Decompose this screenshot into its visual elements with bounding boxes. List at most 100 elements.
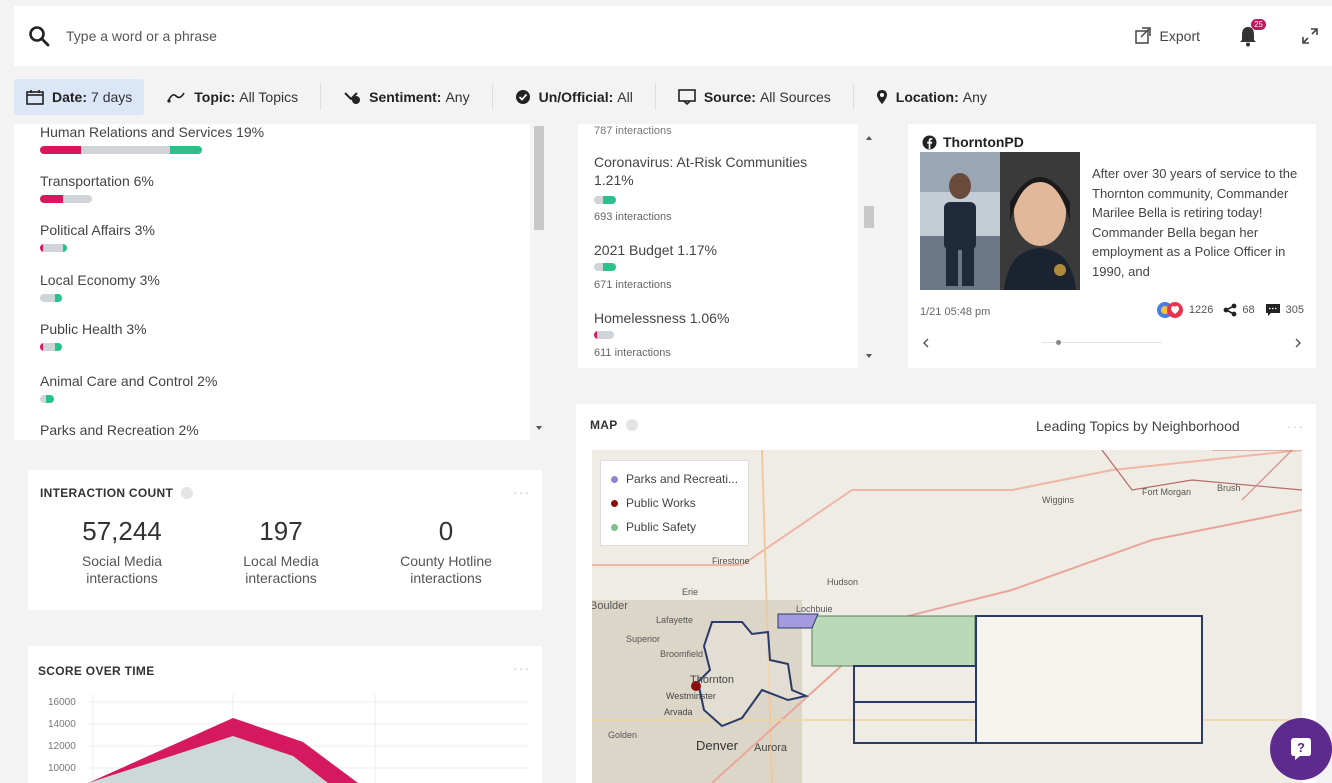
card-title: MAP xyxy=(590,418,638,432)
filter-divider xyxy=(852,84,854,110)
filter-official-value: All xyxy=(617,89,633,105)
filter-source-value: All Sources xyxy=(759,89,831,105)
scroll-down-arrow-icon[interactable] xyxy=(534,424,544,432)
comment-count: 305 xyxy=(1285,304,1304,316)
interactions-count: 611 interactions xyxy=(594,347,671,359)
map-place-label: Lafayette xyxy=(656,615,694,625)
sentiment-bar xyxy=(40,195,92,203)
filter-official[interactable]: Un/Official: All xyxy=(503,79,645,115)
list-item-title[interactable]: Homelessness 1.06% xyxy=(594,309,729,327)
y-tick-label: 10000 xyxy=(48,763,76,774)
expand-icon[interactable] xyxy=(1300,26,1320,46)
topic-label[interactable]: Public Health 3% xyxy=(40,321,147,337)
search-icon[interactable] xyxy=(28,25,50,47)
post-time: 1/21 05:48 pm xyxy=(920,306,991,318)
more-options-icon[interactable]: ··· xyxy=(513,484,530,500)
carousel-prev-icon[interactable] xyxy=(922,338,930,348)
post-author-name: ThorntonPD xyxy=(943,134,1024,150)
notifications-button[interactable]: 25 xyxy=(1238,19,1266,47)
map-place-label: Aurora xyxy=(754,742,788,754)
filter-location[interactable]: Location: Any xyxy=(864,79,999,115)
sentiment-bar xyxy=(40,294,62,302)
score-chart xyxy=(88,694,528,783)
verified-icon xyxy=(515,90,530,104)
scrollbar-thumb[interactable] xyxy=(864,206,874,228)
map-place-label: Wiggins xyxy=(1042,495,1075,505)
topic-label[interactable]: Transportation 6% xyxy=(40,173,154,189)
filter-topic[interactable]: Topic: All Topics xyxy=(154,79,310,115)
carousel-next-icon[interactable] xyxy=(1294,338,1302,348)
list-item-title-line: Coronavirus: At-Risk Communities xyxy=(594,154,808,170)
score-over-time-card: SCORE OVER TIME ··· 16000 14000 12000 10… xyxy=(28,646,542,783)
filter-official-key: Un/Official: xyxy=(538,89,614,105)
more-options-icon[interactable]: ··· xyxy=(513,660,530,676)
sentiment-bar xyxy=(40,146,202,154)
metric-label: Social Media interactions xyxy=(42,553,202,587)
post-image[interactable] xyxy=(920,152,1080,290)
sentiment-bar xyxy=(594,196,616,204)
filter-topic-key: Topic: xyxy=(194,89,236,105)
legend-swatch xyxy=(611,475,618,483)
map-view[interactable]: Wiggins Fort Morgan Brush Firestone Huds… xyxy=(592,450,1302,783)
topics-card: Human Relations and Services 19% Transpo… xyxy=(14,124,548,440)
search-input[interactable]: Type a word or a phrase xyxy=(66,28,217,44)
topic-label[interactable]: Local Economy 3% xyxy=(40,272,160,288)
help-button[interactable]: ? xyxy=(1270,718,1332,780)
legend-item[interactable]: Public Works xyxy=(611,491,738,515)
scrollbar[interactable] xyxy=(530,124,548,440)
scroll-down-arrow-icon[interactable] xyxy=(864,352,874,360)
metric-label-line: interactions xyxy=(245,570,317,586)
topic-label[interactable]: Parks and Recreation 2% xyxy=(40,422,199,438)
post-text: After over 30 years of service to the Th… xyxy=(1092,166,1298,279)
legend-swatch xyxy=(611,523,618,531)
legend-label: Public Safety xyxy=(626,520,697,534)
filter-sentiment-key: Sentiment: xyxy=(369,89,442,105)
filter-topic-value: All Topics xyxy=(239,89,299,105)
metric-label-line: Social Media xyxy=(81,553,163,569)
help-icon: ? xyxy=(1291,738,1311,760)
topic-label[interactable]: Human Relations and Services 19% xyxy=(40,124,264,140)
svg-text:?: ? xyxy=(1297,740,1305,755)
scrollbar-thumb[interactable] xyxy=(534,126,544,230)
metric-label-line: interactions xyxy=(86,570,158,586)
legend-item[interactable]: Public Safety xyxy=(611,515,738,539)
legend-swatch xyxy=(611,499,618,507)
card-title: INTERACTION COUNT xyxy=(40,486,194,500)
map-view-select[interactable]: Leading Topics by Neighborhood xyxy=(1036,418,1240,434)
map-place-label: Brush xyxy=(1217,483,1241,493)
region-public-safety xyxy=(811,615,976,667)
metric-social: 57,244 Social Media interactions xyxy=(42,516,202,587)
map-place-label: Denver xyxy=(696,738,738,753)
list-item-title[interactable]: Coronavirus: At-Risk Communities 1.21% xyxy=(594,153,807,189)
topic-label[interactable]: Political Affairs 3% xyxy=(40,222,155,238)
facebook-icon xyxy=(922,135,937,149)
info-icon[interactable] xyxy=(181,487,194,499)
filter-date[interactable]: Date: 7 days xyxy=(14,79,145,115)
metric-value: 57,244 xyxy=(82,516,162,546)
source-icon xyxy=(678,89,696,105)
more-options-icon[interactable]: ··· xyxy=(1287,418,1304,434)
export-button[interactable]: Export xyxy=(1134,27,1200,45)
legend-item[interactable]: Parks and Recreati... xyxy=(611,467,738,491)
filter-sentiment[interactable]: Sentiment: Any xyxy=(331,79,481,115)
filter-divider xyxy=(320,84,322,110)
metric-label-line: County Hotline xyxy=(400,553,492,569)
carousel-indicator[interactable] xyxy=(1056,340,1061,345)
filter-location-value: Any xyxy=(962,89,987,105)
map-place-label: Superior xyxy=(626,634,661,644)
share-icon xyxy=(1223,303,1237,317)
list-item-title-line: 1.21% xyxy=(594,172,634,188)
filter-source[interactable]: Source: All Sources xyxy=(666,79,843,115)
comment-icon xyxy=(1265,304,1280,316)
topic-label[interactable]: Animal Care and Control 2% xyxy=(40,373,217,389)
topic-icon xyxy=(167,92,185,103)
region xyxy=(975,615,1203,744)
y-tick-label: 12000 xyxy=(48,741,76,752)
legend-label: Public Works xyxy=(626,496,696,510)
list-item-title[interactable]: 2021 Budget 1.17% xyxy=(594,241,717,259)
scroll-up-arrow-icon[interactable] xyxy=(864,134,874,142)
scrollbar[interactable] xyxy=(858,124,880,368)
map-legend: Parks and Recreati... Public Works Publi… xyxy=(600,460,750,546)
post-author[interactable]: ThorntonPD xyxy=(922,134,1024,150)
info-icon[interactable] xyxy=(625,419,638,431)
